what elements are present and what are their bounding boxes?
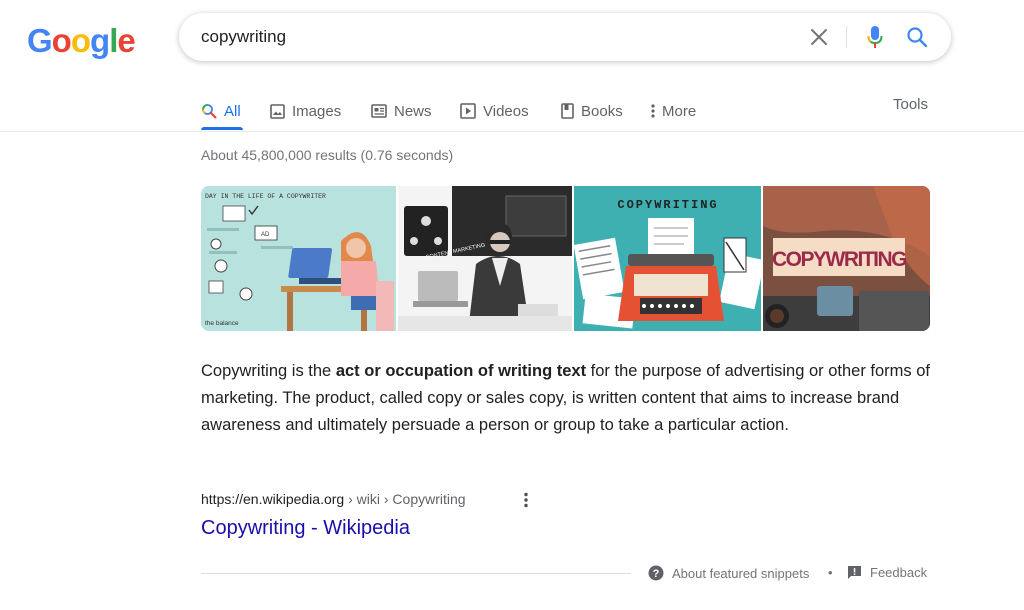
logo-letter: o	[70, 22, 91, 59]
more-vert-icon	[651, 104, 655, 118]
featured-snippet-text: Copywriting is the act or occupation of …	[201, 358, 936, 439]
tab-label: Videos	[483, 102, 529, 120]
tab-label: Images	[292, 102, 342, 120]
tab-books[interactable]: Books	[561, 96, 623, 126]
logo-letter: g	[90, 22, 110, 59]
about-featured-snippets-link[interactable]: ? About featured snippets	[648, 565, 809, 581]
tab-videos[interactable]: Videos	[460, 96, 529, 126]
google-logo[interactable]: Google	[27, 22, 136, 60]
book-icon	[561, 103, 574, 119]
result-domain: https://en.wikipedia.org	[201, 491, 345, 507]
search-icon	[202, 104, 217, 119]
snippet-intro: Copywriting is the	[201, 362, 336, 380]
search-input[interactable]	[201, 25, 781, 49]
more-options-icon[interactable]	[518, 490, 534, 510]
tab-more[interactable]: More	[650, 96, 696, 126]
newspaper-icon	[371, 104, 387, 118]
logo-letter: o	[51, 22, 72, 59]
help-icon: ?	[648, 565, 664, 581]
play-icon	[460, 103, 476, 119]
image-caption: COPYWRITING	[772, 248, 907, 271]
active-tab-indicator	[201, 127, 243, 130]
logo-letter: G	[27, 22, 53, 59]
illustration-copywriter-desk: DAY IN THE LIFE OF A COPYWRITER AD the b…	[201, 186, 397, 331]
search-divider	[846, 26, 847, 48]
feedback-link[interactable]: Feedback	[847, 565, 927, 580]
image-thumb-day-in-the-life[interactable]: DAY IN THE LIFE OF A COPYWRITER AD the b…	[201, 186, 397, 331]
source-label: the balance	[205, 320, 239, 327]
photo-copywriting-sign: COPYWRITING	[763, 186, 930, 331]
result-url[interactable]: https://en.wikipedia.org › wiki › Copywr…	[201, 491, 466, 507]
tab-news[interactable]: News	[371, 96, 432, 126]
illustration-typewriter: COPYWRITING	[573, 186, 762, 331]
footer-divider	[201, 573, 631, 574]
ad-label: AD	[261, 232, 270, 238]
result-path: › wiki › Copywriting	[344, 491, 466, 507]
logo-letter: e	[117, 22, 135, 59]
image-icon	[270, 103, 285, 119]
snippet-highlight: act or occupation of writing text	[335, 362, 587, 380]
image-thumb-laptop-desk[interactable]: COPYWRITING	[763, 186, 930, 331]
feedback-icon	[848, 566, 861, 579]
search-icon[interactable]	[905, 25, 929, 49]
image-strip: DAY IN THE LIFE OF A COPYWRITER AD the b…	[201, 186, 930, 331]
close-icon[interactable]	[807, 25, 831, 49]
tab-all[interactable]: All	[201, 96, 241, 126]
image-thumb-content-marketing[interactable]: CONTENT MARKETING	[398, 186, 572, 331]
tab-images[interactable]: Images	[270, 96, 341, 126]
result-stats: About 45,800,000 results (0.76 seconds)	[201, 147, 454, 163]
feedback-label: Feedback	[870, 565, 928, 580]
footer-separator: •	[828, 565, 833, 580]
tab-label: News	[394, 102, 432, 120]
search-tabs: All Images News Videos Books More	[0, 90, 1024, 132]
about-featured-snippets-label: About featured snippets	[672, 565, 810, 581]
tab-label: Books	[581, 102, 623, 120]
microphone-icon[interactable]	[863, 24, 887, 50]
tools-button[interactable]: Tools	[893, 96, 928, 113]
search-bar	[179, 13, 951, 61]
tab-label: All	[224, 102, 241, 120]
result-title-link[interactable]: Copywriting - Wikipedia	[201, 517, 410, 540]
svg-text:?: ?	[653, 568, 660, 580]
image-caption: DAY IN THE LIFE OF A COPYWRITER	[205, 193, 326, 200]
image-thumb-typewriter[interactable]: COPYWRITING	[573, 186, 762, 331]
illustration-woman-laptop: CONTENT MARKETING	[398, 186, 572, 331]
tab-label: More	[662, 102, 697, 120]
image-caption: COPYWRITING	[617, 198, 718, 212]
